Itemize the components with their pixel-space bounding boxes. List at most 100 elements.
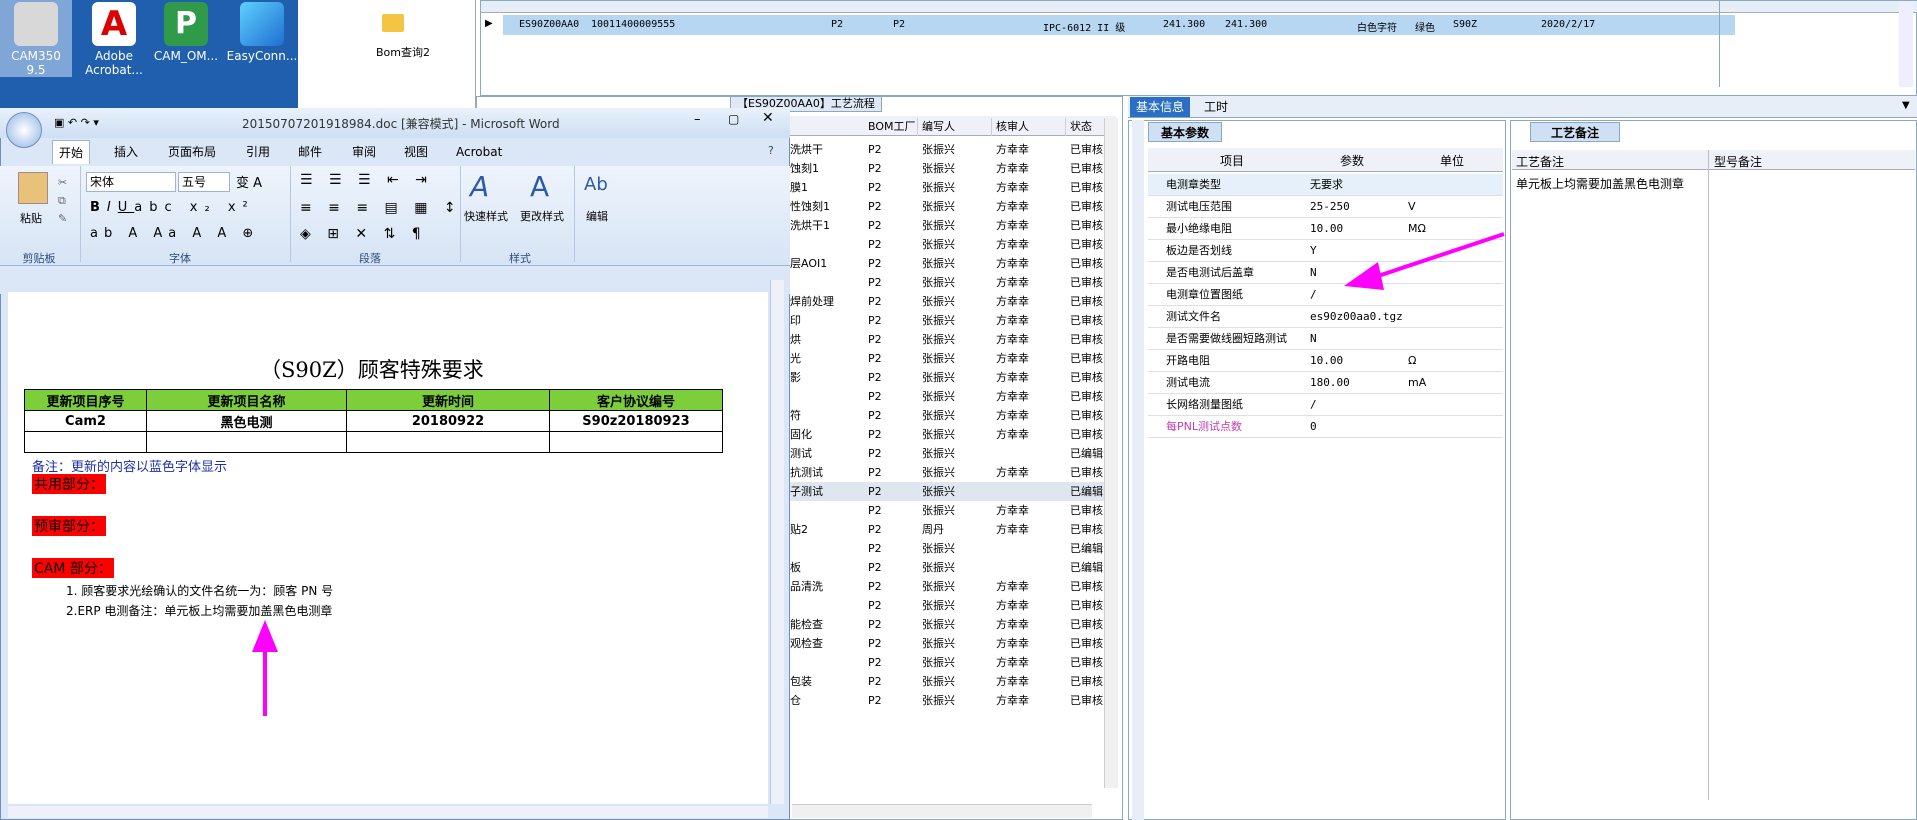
desktop-icon-easyconn[interactable]: EasyConn... [226, 0, 298, 63]
param-row[interactable]: 最小绝缘电阻 10.00 MΩ [1148, 218, 1503, 240]
col-model-remark[interactable]: 型号备注 [1714, 153, 1762, 170]
tab-basic-info[interactable]: 基本信息 [1130, 97, 1191, 117]
process-scrollbar[interactable] [1104, 118, 1118, 788]
grid-cell-date[interactable]: 2020/2/17 [1541, 19, 1595, 30]
shading-icons[interactable]: ◈ ⊞ ✕ ⇅ ¶ [300, 226, 427, 242]
param-value[interactable]: 10.00 [1310, 350, 1343, 372]
font-format-icons[interactable]: BIUabc x₂ x² [90, 200, 255, 215]
process-row[interactable]: 包装 P2 张振兴 方幸幸 已审核 [790, 672, 1116, 691]
param-row[interactable]: 是否电测试后盖章 N [1148, 262, 1503, 284]
param-row[interactable]: 测试文件名 es90z00aa0.tgz [1148, 306, 1503, 328]
param-value[interactable]: 25-250 [1310, 196, 1350, 218]
process-row[interactable]: 影 P2 张振兴 方幸幸 已审核 [790, 368, 1116, 387]
param-row[interactable]: 板边是否划线 Y [1148, 240, 1503, 262]
param-value[interactable]: 10.00 [1310, 218, 1343, 240]
col-item[interactable]: 项目 [1220, 152, 1244, 169]
param-value[interactable]: es90z00aa0.tgz [1310, 306, 1403, 328]
desktop-icon-acrobat[interactable]: A Adobe Acrobat... [78, 0, 150, 77]
tab-home[interactable]: 开始 [52, 140, 91, 164]
grid-cell-grade[interactable]: IPC-6012 II 级 [1043, 19, 1125, 34]
process-row[interactable]: P2 张振兴 方幸幸 已审核 [790, 501, 1116, 520]
word-hscrollbar[interactable] [8, 806, 768, 818]
tab-references[interactable]: 引用 [240, 140, 276, 164]
col-process-remark[interactable]: 工艺备注 [1516, 153, 1564, 170]
tab-review[interactable]: 审阅 [346, 140, 382, 164]
process-row[interactable]: 仓 P2 张振兴 方幸幸 已审核 [790, 691, 1116, 710]
font-color-icons[interactable]: ab A Aa A A ⊕ [90, 226, 259, 241]
param-value[interactable]: 180.00 [1310, 372, 1350, 394]
process-row[interactable]: 符 P2 张振兴 方幸幸 已审核 [790, 406, 1116, 425]
grid-cell-c2[interactable]: P2 [893, 19, 905, 30]
param-row[interactable]: 测试电压范围 25-250 V [1148, 196, 1503, 218]
quick-style-label[interactable]: 快速样式 [464, 208, 508, 224]
param-row[interactable]: 电测章位置图纸 / [1148, 284, 1503, 306]
font-size-select[interactable]: 五号 [178, 172, 230, 192]
close-icon[interactable]: ✕ [762, 110, 774, 126]
quick-style-icon[interactable]: A [470, 170, 489, 203]
process-row[interactable]: 品清洗 P2 张振兴 方幸幸 已审核 [790, 577, 1116, 596]
grid-cell-c1[interactable]: P2 [831, 19, 843, 30]
param-row[interactable]: 是否需要做线圈短路测试 N [1148, 328, 1503, 350]
process-row[interactable]: 子测试 P2 张振兴 已编辑 [790, 482, 1116, 501]
param-value[interactable]: Y [1310, 240, 1317, 262]
process-row[interactable]: 层AOI1 P2 张振兴 方幸幸 已审核 [790, 254, 1116, 273]
process-row[interactable]: 烘 P2 张振兴 方幸幸 已审核 [790, 330, 1116, 349]
office-button-icon[interactable] [6, 112, 42, 148]
panel-splitter[interactable] [1132, 120, 1144, 820]
col-auditor[interactable]: 核审人 [996, 118, 1066, 136]
process-row[interactable]: 洗烘干 P2 张振兴 方幸幸 已审核 [790, 140, 1116, 159]
subtab-basic-params[interactable]: 基本参数 [1148, 122, 1223, 142]
list-icons[interactable]: ☰ ☰ ☰ ⇤ ⇥ [300, 172, 433, 188]
process-row[interactable]: P2 张振兴 方幸幸 已审核 [790, 235, 1116, 254]
process-row[interactable]: 性蚀刻1 P2 张振兴 方幸幸 已审核 [790, 197, 1116, 216]
desktop-icon-cam-om[interactable]: P CAM_OM... [150, 0, 222, 63]
paste-label[interactable]: 粘贴 [20, 210, 42, 226]
param-value[interactable]: 无要求 [1310, 174, 1343, 196]
tab-layout[interactable]: 页面布局 [162, 140, 222, 164]
process-row[interactable]: 蚀刻1 P2 张振兴 方幸幸 已审核 [790, 159, 1116, 178]
process-row[interactable]: 固化 P2 张振兴 方幸幸 已审核 [790, 425, 1116, 444]
process-row[interactable]: P2 张振兴 方幸幸 已审核 [790, 653, 1116, 672]
grid-cell-v2[interactable]: 241.300 [1225, 19, 1267, 30]
grid-scrollbar[interactable] [1899, 1, 1913, 87]
process-row[interactable]: P2 张振兴 已编辑 [790, 539, 1116, 558]
tab-process-remark[interactable]: 工艺备注 [1530, 122, 1621, 142]
process-row[interactable]: P2 张振兴 方幸幸 已审核 [790, 596, 1116, 615]
process-row[interactable]: 板 P2 张振兴 已编辑 [790, 558, 1116, 577]
grid-cell-mask[interactable]: 绿色 [1415, 19, 1435, 34]
find-icon[interactable]: Ab [584, 174, 608, 195]
process-row[interactable]: 印 P2 张振兴 方幸幸 已审核 [790, 311, 1116, 330]
align-icons[interactable]: ≡ ≡ ≡ ▤ ▦ ↕ [300, 200, 462, 216]
word-vscrollbar[interactable] [770, 280, 784, 804]
tab-insert[interactable]: 插入 [108, 140, 144, 164]
maximize-icon[interactable]: ▢ [728, 112, 739, 126]
process-row[interactable]: 洗烘干1 P2 张振兴 方幸幸 已审核 [790, 216, 1116, 235]
paste-icon[interactable] [18, 172, 48, 204]
param-row[interactable]: 测试电流 180.00 mA [1148, 372, 1503, 394]
font-name-select[interactable]: 宋体 [86, 172, 176, 192]
quick-access-icon[interactable]: ▣ ↶ ↷ ▾ [54, 116, 99, 129]
col-unit[interactable]: 单位 [1440, 152, 1464, 169]
process-row[interactable]: 抗测试 P2 张振兴 方幸幸 已审核 [790, 463, 1116, 482]
param-row[interactable]: 长网络测量图纸 / [1148, 394, 1503, 416]
param-value[interactable]: N [1310, 328, 1317, 350]
param-row[interactable]: 每PNL测试点数 0 [1148, 416, 1503, 438]
remark-text[interactable]: 单元板上均需要加盖黑色电测章 [1516, 175, 1684, 192]
param-row[interactable]: 电测章类型 无要求 [1148, 174, 1503, 196]
change-style-label[interactable]: 更改样式 [520, 208, 564, 224]
font-misc-icon[interactable]: 变 A [236, 172, 262, 191]
col-param[interactable]: 参数 [1340, 152, 1364, 169]
col-bom[interactable]: BOM工厂 [868, 118, 918, 136]
change-style-icon[interactable]: A [530, 170, 549, 203]
clipboard-small-icons[interactable]: ✂ ⧉ ✎ [58, 174, 67, 228]
tab-work-hours[interactable]: 工时 [1198, 97, 1234, 117]
grid-cell-id[interactable]: ES90Z00AA0 [519, 19, 579, 30]
process-row[interactable]: 膜1 P2 张振兴 方幸幸 已审核 [790, 178, 1116, 197]
process-row[interactable]: 观检查 P2 张振兴 方幸幸 已审核 [790, 634, 1116, 653]
process-row[interactable]: P2 张振兴 方幸幸 已审核 [790, 273, 1116, 292]
grid-cell-v1[interactable]: 241.300 [1163, 19, 1205, 30]
process-row[interactable]: 测试 P2 张振兴 已编辑 [790, 444, 1116, 463]
process-hscrollbar[interactable] [792, 804, 1092, 818]
desktop-icon-cam350[interactable]: CAM350 9.5 [0, 0, 72, 77]
tab-view[interactable]: 视图 [398, 140, 434, 164]
